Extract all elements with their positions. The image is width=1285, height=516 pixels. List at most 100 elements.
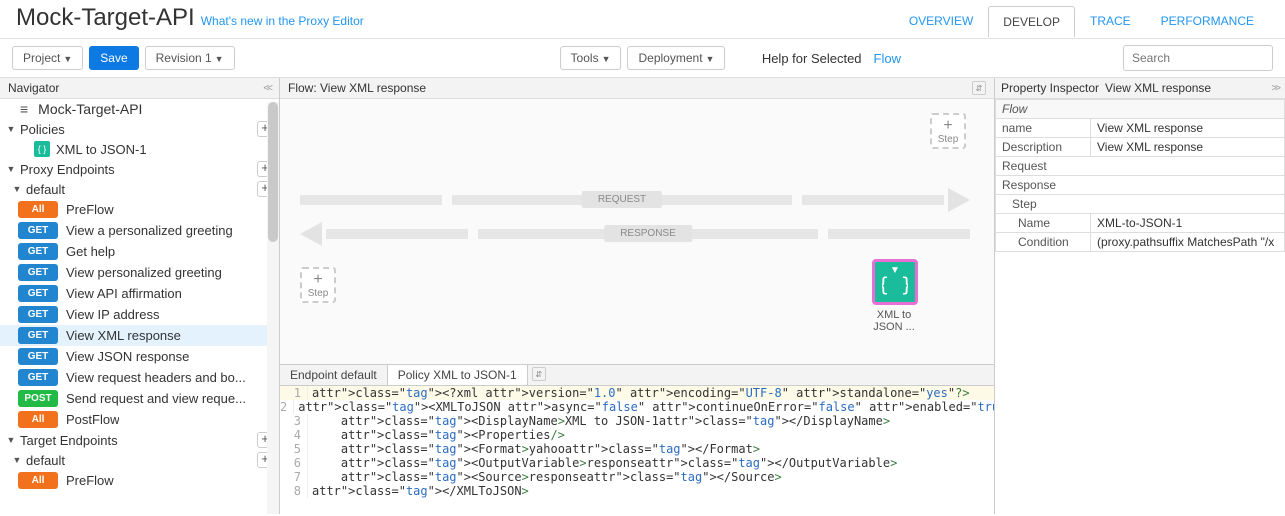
editor-tab-policy[interactable]: Policy XML to JSON-1 bbox=[388, 365, 528, 385]
editor-tabs: Endpoint default Policy XML to JSON-1 ⇵ bbox=[280, 365, 994, 386]
method-badge: GET bbox=[18, 264, 58, 281]
code-line[interactable]: 5 attr">class="tag"><Format>yahooattr">c… bbox=[280, 442, 994, 456]
method-badge: All bbox=[18, 472, 58, 489]
nav-flow-row[interactable]: POST Send request and view reque... bbox=[0, 388, 279, 409]
panel-toggle-icon[interactable]: ⇵ bbox=[972, 81, 986, 95]
caret-down-icon: ▼ bbox=[706, 54, 715, 64]
nav-flow-row[interactable]: GETView request headers and bo... bbox=[0, 367, 279, 388]
property-inspector-panel: Property Inspector View XML response >> … bbox=[995, 78, 1285, 514]
line-number: 6 bbox=[280, 456, 308, 470]
nav-policy-item[interactable]: { } XML to JSON-1 bbox=[0, 139, 279, 159]
policy-step-label: XML to JSON ... bbox=[864, 309, 924, 333]
method-badge: GET bbox=[18, 285, 58, 302]
method-badge: GET bbox=[18, 306, 58, 323]
plus-icon: + bbox=[313, 272, 322, 288]
prop-row-description: DescriptionView XML response bbox=[996, 138, 1285, 157]
nav-target-endpoints-section: ▼ Target Endpoints + bbox=[0, 430, 279, 450]
code-line[interactable]: 1attr">class="tag"><?xml attr">version="… bbox=[280, 386, 994, 400]
method-badge: GET bbox=[18, 327, 58, 344]
navigator-header: Navigator << bbox=[0, 78, 279, 99]
add-step-request-button[interactable]: + Step bbox=[930, 113, 966, 149]
nav-flow-row[interactable]: GETView IP address bbox=[0, 304, 279, 325]
method-badge: GET bbox=[18, 243, 58, 260]
response-lane-label: RESPONSE bbox=[604, 225, 692, 242]
policy-step-xml-to-json[interactable]: ▼ { } bbox=[872, 259, 918, 305]
toolbar: Project▼ Save Revision 1▼ Tools▼ Deploym… bbox=[0, 39, 1285, 78]
caret-down-icon: ▼ bbox=[602, 54, 611, 64]
method-badge: POST bbox=[18, 390, 58, 407]
code-line[interactable]: 7 attr">class="tag"><Source>responseattr… bbox=[280, 470, 994, 484]
plus-icon: + bbox=[943, 118, 952, 134]
flow-label: PreFlow bbox=[66, 473, 114, 488]
nav-target-default-endpoint: ▼ default + bbox=[0, 450, 279, 470]
flow-panel-header: Flow: View XML response ⇵ bbox=[280, 78, 994, 99]
code-line[interactable]: 6 attr">class="tag"><OutputVariable>resp… bbox=[280, 456, 994, 470]
svg-text:{ }: { } bbox=[882, 274, 908, 297]
help-for-selected-label: Help for Selected bbox=[762, 51, 862, 66]
code-line[interactable]: 3 attr">class="tag"><DisplayName>XML to … bbox=[280, 414, 994, 428]
line-number: 2 bbox=[280, 400, 294, 414]
navigator-panel: Navigator << Mock-Target-API ▼ Policies … bbox=[0, 78, 280, 514]
revision-menu[interactable]: Revision 1▼ bbox=[145, 46, 235, 70]
nav-flow-row[interactable]: GET View XML response bbox=[0, 325, 279, 346]
nav-target-flow-row[interactable]: All PreFlow bbox=[0, 470, 279, 491]
flow-label: PostFlow bbox=[66, 412, 119, 427]
prop-row-step: Step bbox=[996, 195, 1285, 214]
tab-overview[interactable]: OVERVIEW bbox=[894, 5, 988, 36]
disclosure-icon[interactable]: ▼ bbox=[6, 164, 16, 174]
disclosure-icon[interactable]: ▼ bbox=[6, 124, 16, 134]
collapse-left-icon[interactable]: << bbox=[263, 83, 271, 94]
flow-label: Send request and view reque... bbox=[66, 391, 246, 406]
help-flow-link[interactable]: Flow bbox=[874, 51, 901, 66]
tab-trace[interactable]: TRACE bbox=[1075, 5, 1146, 36]
disclosure-icon[interactable]: ▼ bbox=[12, 455, 22, 465]
property-table: Flow nameView XML response DescriptionVi… bbox=[995, 99, 1285, 252]
code-line[interactable]: 2attr">class="tag"><XMLToJSON attr">asyn… bbox=[280, 400, 994, 414]
navigator-scrollbar[interactable] bbox=[267, 102, 279, 514]
caret-down-icon: ▼ bbox=[63, 54, 72, 64]
add-step-response-button[interactable]: + Step bbox=[300, 267, 336, 303]
disclosure-icon[interactable]: ▼ bbox=[6, 435, 16, 445]
code-line[interactable]: 8attr">class="tag"></XMLToJSON> bbox=[280, 484, 994, 498]
request-arrow-icon bbox=[948, 188, 970, 212]
nav-flow-row[interactable]: AllPreFlow bbox=[0, 199, 279, 220]
editor-tab-endpoint[interactable]: Endpoint default bbox=[280, 365, 388, 385]
search-input[interactable] bbox=[1123, 45, 1273, 71]
nav-flow-row[interactable]: GETView personalized greeting bbox=[0, 262, 279, 283]
code-line[interactable]: 4 attr">class="tag"><Properties/> bbox=[280, 428, 994, 442]
nav-flow-row[interactable]: GETView a personalized greeting bbox=[0, 220, 279, 241]
whats-new-link[interactable]: What's new in the Proxy Editor bbox=[201, 14, 364, 28]
tab-performance[interactable]: PERFORMANCE bbox=[1146, 5, 1269, 36]
code-editor[interactable]: 1attr">class="tag"><?xml attr">version="… bbox=[280, 386, 994, 514]
app-icon bbox=[20, 101, 32, 117]
deployment-menu[interactable]: Deployment▼ bbox=[627, 46, 725, 70]
line-number: 3 bbox=[280, 414, 308, 428]
method-badge: GET bbox=[18, 348, 58, 365]
method-badge: All bbox=[18, 411, 58, 428]
save-button[interactable]: Save bbox=[89, 46, 138, 70]
line-number: 4 bbox=[280, 428, 308, 442]
disclosure-icon[interactable]: ▼ bbox=[12, 184, 22, 194]
tab-develop[interactable]: DEVELOP bbox=[988, 6, 1075, 37]
expand-right-icon[interactable]: >> bbox=[1271, 83, 1279, 94]
method-badge: GET bbox=[18, 222, 58, 239]
nav-flow-row[interactable]: All PostFlow bbox=[0, 409, 279, 430]
nav-flow-row[interactable]: GET View JSON response bbox=[0, 346, 279, 367]
flow-label: View XML response bbox=[66, 328, 181, 343]
app-title: Mock-Target-API bbox=[16, 4, 195, 32]
project-menu[interactable]: Project▼ bbox=[12, 46, 83, 70]
scrollbar-thumb[interactable] bbox=[268, 102, 278, 242]
response-arrow-icon bbox=[300, 222, 322, 246]
nav-flow-row[interactable]: GETView API affirmation bbox=[0, 283, 279, 304]
xml-to-json-icon: { } bbox=[34, 141, 50, 157]
prop-flow-section: Flow bbox=[996, 100, 1285, 119]
flow-label: View JSON response bbox=[66, 349, 189, 364]
request-lane-label: REQUEST bbox=[582, 191, 662, 208]
nav-flow-row[interactable]: GETGet help bbox=[0, 241, 279, 262]
tools-menu[interactable]: Tools▼ bbox=[560, 46, 622, 70]
caret-down-icon: ▼ bbox=[215, 54, 224, 64]
method-badge: All bbox=[18, 201, 58, 218]
editor-toggle-icon[interactable]: ⇵ bbox=[532, 367, 546, 381]
line-number: 7 bbox=[280, 470, 308, 484]
nav-app-row[interactable]: Mock-Target-API bbox=[0, 99, 279, 119]
